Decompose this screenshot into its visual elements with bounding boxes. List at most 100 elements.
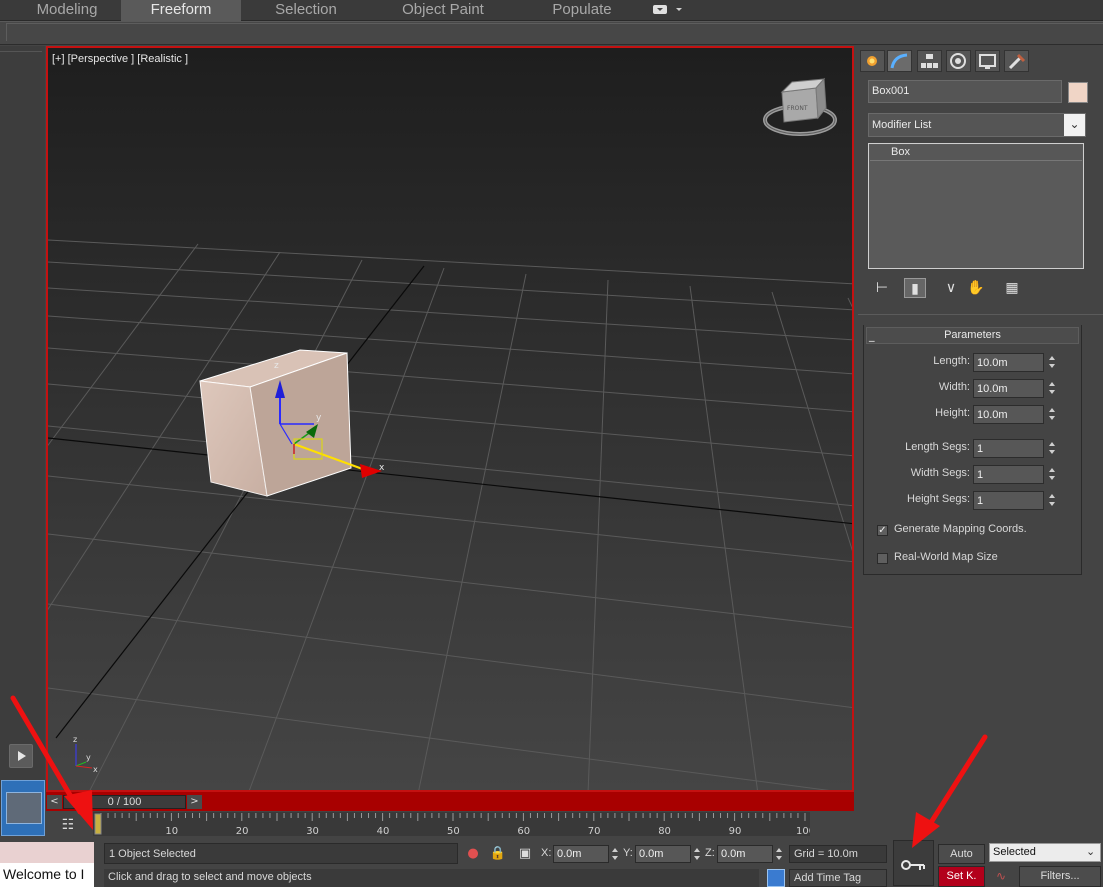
key-filters-curve-icon[interactable]: ∿: [990, 866, 1012, 887]
lock-icon[interactable]: 🔒: [489, 845, 507, 863]
time-slider-thumb[interactable]: 0 / 100: [63, 795, 186, 809]
viewport-scene[interactable]: z y x FRONT z y x: [48, 48, 854, 792]
time-slider-prev-button[interactable]: <: [47, 795, 62, 809]
world-y-axis-line: [55, 265, 425, 739]
isolate-selection-icon[interactable]: ●: [464, 845, 482, 863]
length-segs-field[interactable]: 1: [973, 439, 1044, 458]
motion-tab-icon[interactable]: [946, 50, 971, 72]
width-label: Width:: [938, 381, 970, 393]
make-unique-icon[interactable]: ∨: [941, 278, 961, 298]
key-mode-dropdown[interactable]: Selected: [989, 843, 1101, 862]
width-segs-spinner[interactable]: [1047, 465, 1057, 484]
ribbon-options-icon[interactable]: [652, 3, 682, 18]
modifier-stack-item[interactable]: Box: [870, 145, 1082, 161]
trackbar-tick-label: 60: [517, 826, 530, 836]
y-coordinate-field[interactable]: 0.0m: [635, 845, 691, 863]
curve-editor-icon[interactable]: ☷: [58, 816, 78, 834]
object-color-swatch[interactable]: [1068, 82, 1088, 103]
chevron-down-icon[interactable]: ⌄: [1086, 845, 1095, 858]
tab-freeform[interactable]: Freeform: [121, 0, 241, 21]
modifier-stack[interactable]: [868, 143, 1084, 269]
length-field[interactable]: 10.0m: [973, 353, 1044, 372]
x-spinner[interactable]: [610, 845, 620, 863]
trackbar-tick-label: 20: [236, 826, 249, 836]
pin-stack-icon[interactable]: ⊢: [872, 278, 892, 298]
trackbar-tick-label: 70: [588, 826, 601, 836]
set-key-button[interactable]: Set K.: [938, 866, 985, 887]
tab-modeling[interactable]: Modeling: [14, 0, 120, 21]
generate-mapping-label: Generate Mapping Coords.: [894, 523, 1027, 535]
expand-play-icon[interactable]: [9, 744, 33, 768]
home-grid: [48, 239, 852, 790]
viewport-label[interactable]: [+] [Perspective ] [Realistic ]: [52, 53, 188, 65]
real-world-map-size-label: Real-World Map Size: [894, 551, 998, 563]
trackbar-tick-label: 80: [658, 826, 671, 836]
remove-modifier-icon[interactable]: ✋: [966, 278, 986, 298]
trackbar[interactable]: 10 20 30 40 50 60 70 80 90 100: [93, 812, 810, 836]
tripod-y-label: y: [86, 753, 91, 762]
time-tag-icon[interactable]: [767, 869, 785, 887]
trackbar-tick-label: 100: [796, 826, 810, 836]
chevron-down-icon[interactable]: ⌄: [1064, 114, 1085, 136]
time-cursor[interactable]: [94, 813, 102, 835]
maxscript-listener-input[interactable]: [0, 842, 94, 863]
width-segs-field[interactable]: 1: [973, 465, 1044, 484]
maxscript-listener-output[interactable]: Welcome to I: [0, 863, 94, 887]
width-segs-label: Width Segs:: [910, 467, 970, 479]
modify-tab-icon[interactable]: [887, 50, 912, 72]
viewport-layout-strip: [0, 46, 45, 836]
gizmo-z-label: z: [274, 361, 279, 371]
length-label: Length:: [933, 355, 970, 367]
height-segs-spinner[interactable]: [1047, 491, 1057, 510]
height-segs-field[interactable]: 1: [973, 491, 1044, 510]
trackbar-tick-label: 90: [729, 826, 742, 836]
utilities-tab-icon[interactable]: [1004, 50, 1029, 72]
generate-mapping-checkbox[interactable]: ✓: [877, 525, 888, 536]
trackbar-tick-label: 50: [447, 826, 460, 836]
viewcube[interactable]: FRONT: [763, 77, 837, 136]
x-label: X:: [541, 847, 552, 859]
display-tab-icon[interactable]: [975, 50, 1000, 72]
key-filters-button[interactable]: Filters...: [1019, 866, 1101, 887]
height-label: Height:: [935, 407, 970, 419]
show-end-result-icon[interactable]: ▮: [904, 278, 926, 298]
height-spinner[interactable]: [1047, 405, 1057, 424]
box-object[interactable]: [199, 349, 352, 497]
add-time-tag-button[interactable]: Add Time Tag: [789, 869, 887, 887]
length-spinner[interactable]: [1047, 353, 1057, 372]
collapse-icon[interactable]: _: [869, 329, 875, 342]
hierarchy-tab-icon[interactable]: [917, 50, 942, 72]
world-x-axis-line: [48, 437, 852, 525]
width-field[interactable]: 10.0m: [973, 379, 1044, 398]
ribbon-tab-bar: Modeling Freeform Selection Object Paint…: [0, 0, 1103, 21]
parameters-rollout-header[interactable]: Parameters: [866, 327, 1079, 344]
set-keys-key-icon[interactable]: [893, 840, 934, 886]
create-tab-icon[interactable]: [860, 50, 885, 72]
z-coordinate-field[interactable]: 0.0m: [717, 845, 773, 863]
auto-key-button[interactable]: Auto: [938, 844, 985, 864]
height-field[interactable]: 10.0m: [973, 405, 1044, 424]
time-slider-next-button[interactable]: >: [187, 795, 202, 809]
axis-tripod: z y x: [73, 735, 98, 774]
perspective-viewport[interactable]: z y x FRONT z y x [+] [Perspective ] [Re…: [46, 46, 854, 792]
tripod-z-label: z: [73, 735, 77, 744]
gizmo-x-label: x: [379, 463, 385, 473]
absolute-mode-icon[interactable]: ▣: [516, 845, 534, 863]
y-spinner[interactable]: [692, 845, 702, 863]
tab-object-paint[interactable]: Object Paint: [378, 0, 508, 21]
length-segs-spinner[interactable]: [1047, 439, 1057, 458]
tab-populate[interactable]: Populate: [522, 0, 642, 21]
tripod-x-label: x: [93, 765, 98, 774]
width-spinner[interactable]: [1047, 379, 1057, 398]
z-spinner[interactable]: [774, 845, 784, 863]
length-segs-label: Length Segs:: [905, 441, 970, 453]
configure-modifier-sets-icon[interactable]: ▦: [1001, 278, 1023, 298]
y-label: Y:: [623, 847, 633, 859]
object-name-field[interactable]: Box001: [868, 80, 1062, 103]
viewport-layout-thumbnail: [6, 792, 42, 824]
x-coordinate-field[interactable]: 0.0m: [553, 845, 609, 863]
real-world-map-size-checkbox[interactable]: [877, 553, 888, 564]
prompt-line: Click and drag to select and move object…: [104, 869, 759, 887]
tab-selection[interactable]: Selection: [246, 0, 366, 21]
modifier-list-dropdown[interactable]: Modifier List: [868, 113, 1086, 137]
